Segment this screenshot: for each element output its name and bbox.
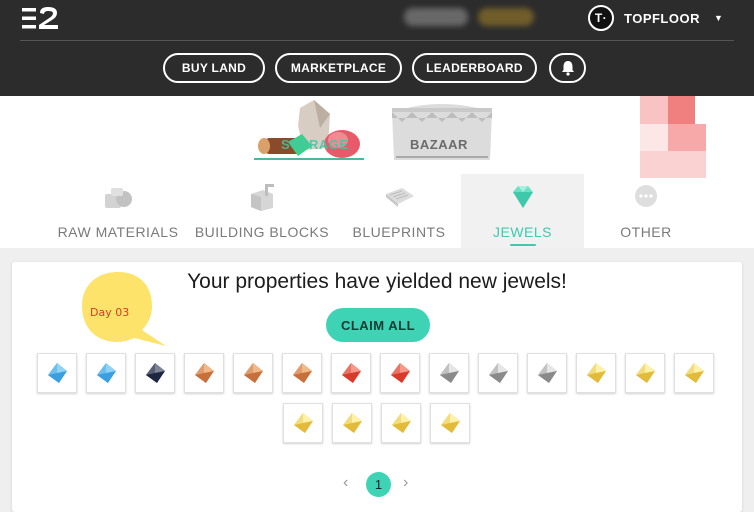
jewels-card: Day 03 Your properties have yielded new …	[12, 262, 742, 512]
active-tab-indicator	[509, 244, 536, 246]
jewel-tile[interactable]	[184, 353, 224, 393]
jewel-tile[interactable]	[233, 353, 273, 393]
next-page-button[interactable]: ›	[403, 474, 408, 492]
silver-jewel-icon	[538, 363, 557, 383]
red-jewel-icon	[342, 363, 361, 383]
jewel-tile[interactable]	[282, 353, 322, 393]
bazaar-shop[interactable]: BAZAAR	[386, 98, 498, 160]
gold-jewel-icon	[587, 363, 606, 383]
user-avatar: T·	[588, 5, 614, 31]
gold-jewel-icon	[343, 413, 362, 433]
silver-jewel-icon	[489, 363, 508, 383]
gold-jewel-icon	[685, 363, 704, 383]
jewel-tile[interactable]	[430, 403, 470, 443]
bronze-jewel-icon	[293, 363, 312, 383]
prev-page-button[interactable]: ‹	[343, 474, 348, 492]
jewel-tile[interactable]	[625, 353, 665, 393]
blurred-balance-1	[404, 8, 468, 26]
tab-label: BUILDING BLOCKS	[194, 224, 330, 240]
header-divider	[20, 40, 734, 41]
user-name: TOPFLOOR	[624, 10, 700, 26]
silver-jewel-icon	[440, 363, 459, 383]
jewel-tile[interactable]	[478, 353, 518, 393]
page-number-current[interactable]: 1	[366, 472, 391, 497]
bell-icon	[561, 61, 574, 76]
tab-label: RAW MATERIALS	[57, 224, 179, 240]
jewel-tile[interactable]	[381, 403, 421, 443]
gold-jewel-icon	[294, 413, 313, 433]
buy-land-button[interactable]: BUY LAND	[163, 53, 265, 83]
red-jewel-icon	[391, 363, 410, 383]
tab-building-blocks[interactable]: BUILDING BLOCKS	[194, 174, 330, 248]
user-menu[interactable]: T· TOPFLOOR ▼	[588, 5, 723, 31]
bronze-jewel-icon	[244, 363, 263, 383]
other-icon	[635, 185, 657, 207]
jewel-tile[interactable]	[674, 353, 714, 393]
tab-other[interactable]: OTHER	[598, 174, 694, 248]
claim-all-button[interactable]: CLAIM ALL	[326, 308, 430, 342]
building-blocks-icon	[251, 184, 274, 211]
blue-jewel-icon	[97, 363, 116, 383]
tab-label: BLUEPRINTS	[352, 224, 446, 240]
jewel-tile[interactable]	[135, 353, 175, 393]
jewel-tile[interactable]	[331, 353, 371, 393]
blue-jewel-icon	[48, 363, 67, 383]
storage-shop[interactable]: STORAGE	[254, 98, 364, 160]
jewel-tile[interactable]	[527, 353, 567, 393]
blurred-balance-2	[478, 8, 534, 26]
chevron-down-icon: ▼	[713, 13, 724, 23]
e2-logo[interactable]	[22, 6, 62, 30]
day-badge-label: Day 03	[90, 306, 130, 319]
jewel-tile[interactable]	[380, 353, 420, 393]
gold-jewel-icon	[441, 413, 460, 433]
tab-jewels[interactable]: JEWELS	[461, 174, 584, 248]
navy-jewel-icon	[146, 363, 165, 383]
gold-jewel-icon	[636, 363, 655, 383]
notifications-button[interactable]	[549, 53, 586, 83]
jewel-tile[interactable]	[283, 403, 323, 443]
blueprints-icon	[386, 188, 414, 207]
top-header: T· TOPFLOOR ▼ BUY LAND MARKETPLACE LEADE…	[0, 0, 754, 96]
tab-raw-materials[interactable]: RAW MATERIALS	[56, 174, 180, 248]
raw-materials-icon	[105, 188, 132, 208]
bronze-jewel-icon	[195, 363, 214, 383]
card-headline: Your properties have yielded new jewels!	[187, 270, 567, 293]
jewel-tile[interactable]	[86, 353, 126, 393]
tab-label: JEWELS	[492, 224, 552, 240]
jewel-tile[interactable]	[429, 353, 469, 393]
tab-label: OTHER	[620, 224, 672, 240]
marketplace-button[interactable]: MARKETPLACE	[275, 53, 402, 83]
tab-blueprints[interactable]: BLUEPRINTS	[344, 174, 454, 248]
storage-label: STORAGE	[281, 137, 349, 152]
leaderboard-button[interactable]: LEADERBOARD	[412, 53, 537, 83]
jewel-tile[interactable]	[576, 353, 616, 393]
bazaar-label: BAZAAR	[410, 137, 468, 152]
jewels-icon	[512, 186, 533, 208]
gold-jewel-icon	[392, 413, 411, 433]
jewel-tile[interactable]	[332, 403, 372, 443]
jewel-tile[interactable]	[37, 353, 77, 393]
